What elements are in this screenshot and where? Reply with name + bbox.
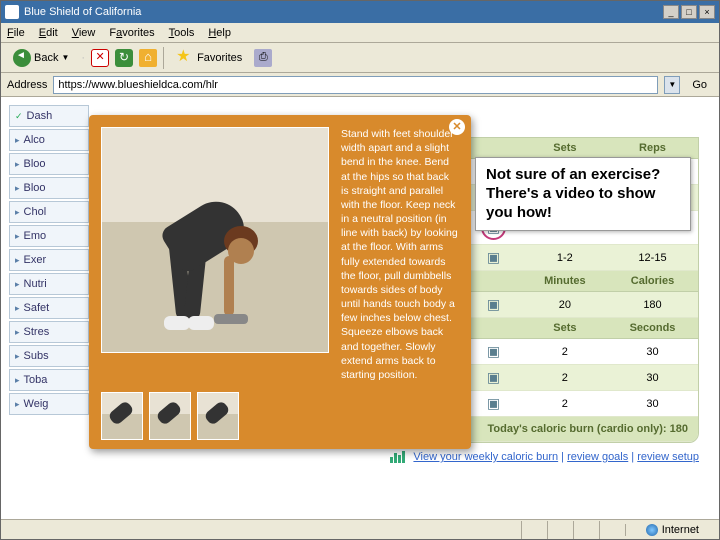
menu-file[interactable]: File xyxy=(7,27,25,39)
review-goals-link[interactable]: review goals xyxy=(567,451,628,463)
video-icon[interactable]: ▣ xyxy=(487,249,500,265)
close-button[interactable]: × xyxy=(699,5,715,19)
address-bar: Address ▼ Go xyxy=(1,73,719,97)
print-button[interactable] xyxy=(254,49,272,67)
address-dropdown[interactable]: ▼ xyxy=(664,76,680,94)
thumbnail[interactable] xyxy=(197,392,239,440)
popup-close-button[interactable]: ✕ xyxy=(449,119,465,135)
thumbnail-strip xyxy=(101,382,459,440)
exercise-description: Stand with feet shoulder width apart and… xyxy=(341,127,459,382)
go-button[interactable]: Go xyxy=(686,79,713,91)
back-icon xyxy=(13,49,31,67)
back-button[interactable]: Back ▼ xyxy=(7,47,75,69)
bottom-links: View your weekly caloric burn | review g… xyxy=(191,451,699,463)
nav-weight[interactable]: ▸Weig xyxy=(9,393,89,415)
nav-dashboard[interactable]: ✓Dash xyxy=(9,105,89,127)
app-icon xyxy=(5,5,19,19)
thumbnail[interactable] xyxy=(101,392,143,440)
nav-emotional[interactable]: ▸Emo xyxy=(9,225,89,247)
review-setup-link[interactable]: review setup xyxy=(637,451,699,463)
star-icon xyxy=(176,49,194,67)
maximize-button[interactable]: □ xyxy=(681,5,697,19)
nav-cholesterol[interactable]: ▸Chol xyxy=(9,201,89,223)
menu-tools[interactable]: Tools xyxy=(169,27,195,39)
menu-view[interactable]: View xyxy=(72,27,96,39)
nav-alcohol[interactable]: ▸Alco xyxy=(9,129,89,151)
thumbnail[interactable] xyxy=(149,392,191,440)
address-input[interactable] xyxy=(53,76,658,94)
nav-blood2[interactable]: ▸Bloo xyxy=(9,177,89,199)
globe-icon xyxy=(646,524,658,536)
menu-help[interactable]: Help xyxy=(208,27,231,39)
favorites-button[interactable]: Favorites xyxy=(170,47,248,69)
home-button[interactable] xyxy=(139,49,157,67)
window-title: Blue Shield of California xyxy=(24,6,141,18)
address-label: Address xyxy=(7,79,47,91)
callout-box: Not sure of an exercise? There's a video… xyxy=(475,157,691,231)
exercise-video-popup: ✕ Stand with feet shoulder width apart a… xyxy=(89,115,471,449)
nav-exercise[interactable]: ▸Exer xyxy=(9,249,89,271)
nav-blood1[interactable]: ▸Bloo xyxy=(9,153,89,175)
weekly-burn-link[interactable]: View your weekly caloric burn xyxy=(413,451,558,463)
video-icon[interactable]: ▣ xyxy=(487,395,500,411)
content-area: ✓Dash ▸Alco ▸Bloo ▸Bloo ▸Chol ▸Emo ▸Exer… xyxy=(1,97,719,519)
status-internet: Internet xyxy=(625,524,719,536)
exercise-image xyxy=(101,127,329,353)
menu-edit[interactable]: Edit xyxy=(39,27,58,39)
nav-tobacco[interactable]: ▸Toba xyxy=(9,369,89,391)
nav-substance[interactable]: ▸Subs xyxy=(9,345,89,367)
stop-button[interactable]: ✕ xyxy=(91,49,109,67)
video-icon[interactable]: ▣ xyxy=(487,343,500,359)
menu-favorites[interactable]: Favorites xyxy=(109,27,154,39)
refresh-button[interactable] xyxy=(115,49,133,67)
menu-bar: File Edit View Favorites Tools Help xyxy=(1,23,719,43)
minimize-button[interactable]: _ xyxy=(663,5,679,19)
nav-stress[interactable]: ▸Stres xyxy=(9,321,89,343)
title-bar: Blue Shield of California _ □ × xyxy=(1,1,719,23)
toolbar: Back ▼ · ✕ Favorites xyxy=(1,43,719,73)
nav-nutrition[interactable]: ▸Nutri xyxy=(9,273,89,295)
left-nav: ✓Dash ▸Alco ▸Bloo ▸Bloo ▸Chol ▸Emo ▸Exer… xyxy=(9,105,89,417)
nav-safety[interactable]: ▸Safet xyxy=(9,297,89,319)
video-icon[interactable]: ▣ xyxy=(487,296,500,312)
chart-icon xyxy=(390,451,406,463)
status-bar: Internet xyxy=(1,519,719,539)
video-icon[interactable]: ▣ xyxy=(487,369,500,385)
